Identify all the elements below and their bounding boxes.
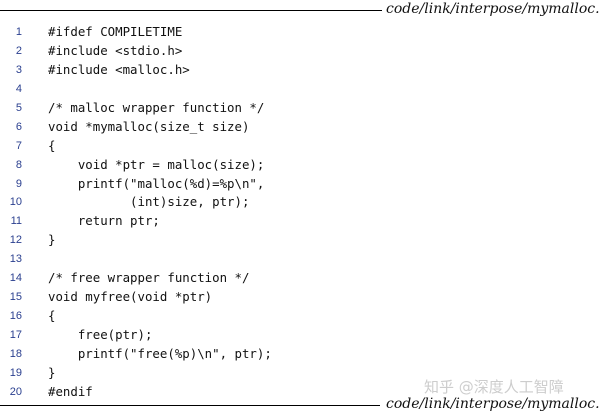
line-code: void *mymalloc(size_t size) bbox=[48, 118, 250, 134]
line-number: 4 bbox=[15, 82, 22, 95]
line-number: 17 bbox=[9, 329, 22, 341]
line-code: (int)size, ptr); bbox=[48, 194, 250, 210]
line-code: void *ptr = malloc(size); bbox=[48, 156, 265, 172]
code-line: 11 return ptr; bbox=[0, 212, 599, 231]
code-line: 13 bbox=[0, 250, 599, 269]
line-number: 7 bbox=[15, 139, 22, 152]
line-number: 12 bbox=[9, 234, 22, 247]
line-code: void myfree(void *ptr) bbox=[48, 289, 213, 305]
code-line: 8 void *ptr = malloc(size); bbox=[0, 156, 599, 175]
file-header: code/link/interpose/mymalloc.c bbox=[0, 1, 599, 17]
line-code: { bbox=[48, 137, 56, 153]
line-number: 8 bbox=[15, 158, 22, 171]
header-file-path: code/link/interpose/mymalloc.c bbox=[386, 1, 599, 17]
code-line: 14 /* free wrapper function */ bbox=[0, 269, 599, 288]
code-line: 6 void *mymalloc(size_t size) bbox=[0, 118, 599, 137]
line-code: { bbox=[48, 308, 56, 324]
line-number: 11 bbox=[10, 215, 22, 228]
line-code: free(ptr); bbox=[48, 327, 153, 342]
line-code: } bbox=[48, 364, 56, 380]
line-code: #ifdef COMPILETIME bbox=[48, 24, 183, 39]
code-line: 1 #ifdef COMPILETIME bbox=[0, 23, 599, 42]
line-code: return ptr; bbox=[48, 213, 160, 229]
line-code: #include <stdio.h> bbox=[48, 42, 183, 58]
line-number: 10 bbox=[9, 196, 22, 209]
line-number: 1 bbox=[15, 26, 22, 38]
code-line: 17 free(ptr); bbox=[0, 326, 599, 345]
code-line: 16 { bbox=[0, 307, 599, 326]
line-code: /* free wrapper function */ bbox=[48, 270, 250, 286]
code-line: 18 printf("free(%p)\n", ptr); bbox=[0, 345, 599, 364]
line-number: 6 bbox=[15, 120, 22, 133]
line-code: printf("free(%p)\n", ptr); bbox=[48, 345, 272, 361]
code-line: 7{ bbox=[0, 137, 599, 156]
code-line: 15 void myfree(void *ptr) bbox=[0, 288, 599, 307]
code-line: 10 (int)size, ptr); bbox=[0, 193, 599, 212]
line-number: 13 bbox=[9, 253, 22, 266]
watermark: 知乎 @深度人工智障 bbox=[424, 378, 564, 396]
line-number: 9 bbox=[15, 177, 22, 190]
line-code: printf("malloc(%d)=%p\n", bbox=[48, 175, 265, 191]
line-code: } bbox=[48, 232, 56, 248]
code-listing: 1 #ifdef COMPILETIME 2 #include <stdio.h> 3 #… bbox=[0, 23, 599, 402]
code-line: 12} bbox=[0, 231, 599, 250]
line-number: 14 bbox=[9, 272, 22, 285]
line-code: #include <malloc.h> bbox=[48, 61, 190, 77]
footer-file-path: code/link/interpose/mymalloc.c bbox=[386, 396, 599, 412]
line-number: 3 bbox=[15, 63, 22, 76]
line-number: 15 bbox=[9, 291, 22, 304]
code-line: 5 /* malloc wrapper function */ bbox=[0, 99, 599, 118]
code-line: 9 printf("malloc(%d)=%p\n", bbox=[0, 175, 599, 194]
code-line: 4 bbox=[0, 80, 599, 99]
code-line: 3 #include <malloc.h> bbox=[0, 61, 599, 80]
line-code: /* malloc wrapper function */ bbox=[48, 99, 265, 115]
line-number: 16 bbox=[9, 310, 22, 323]
file-footer: code/link/interpose/mymalloc.c bbox=[0, 396, 599, 412]
line-number: 2 bbox=[15, 44, 22, 57]
header-rule bbox=[0, 10, 382, 11]
code-line: 2 #include <stdio.h> bbox=[0, 42, 599, 61]
line-number: 5 bbox=[15, 101, 22, 114]
line-number: 19 bbox=[9, 366, 22, 379]
line-number: 18 bbox=[9, 347, 22, 360]
footer-rule bbox=[0, 405, 380, 406]
